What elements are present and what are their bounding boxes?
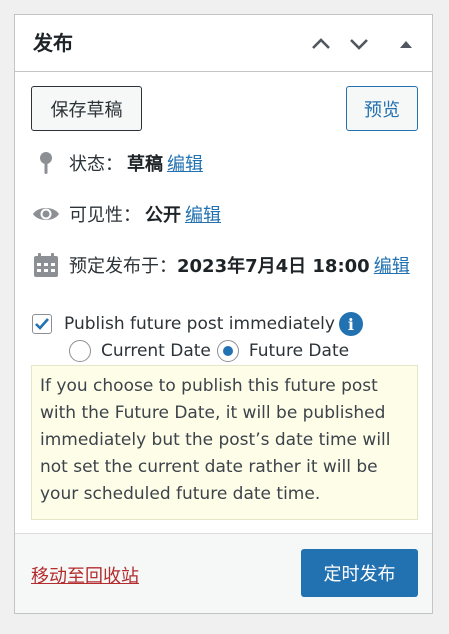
preview-button[interactable]: 预览 [346,86,418,131]
visibility-row: 可见性： 公开 编辑 [31,199,221,229]
move-down-button[interactable] [345,30,373,58]
future-date-radio[interactable] [216,340,239,362]
current-date-radio[interactable] [69,340,91,362]
info-icon[interactable]: i [338,312,363,336]
publish-box-header: 发布 [15,15,432,72]
visibility-value: 公开 [145,205,181,226]
edit-status-link[interactable]: 编辑 [167,150,203,176]
publish-immediately-label[interactable]: Publish future post immediately [64,314,335,334]
schedule-label: 预定发布于： [69,256,177,277]
schedule-row: 预定发布于： 2023年7月4日 18:00 编辑 [31,250,410,280]
publish-box: 发布 保存草稿 预览 状态： 草稿 编辑 可见性： 公开 编辑 预定发布于： 2… [14,14,433,614]
calendar-icon [31,250,61,280]
edit-schedule-link[interactable]: 编辑 [374,252,410,278]
publish-box-title: 发布 [33,31,73,55]
future-date-label[interactable]: Future Date [249,341,349,361]
schedule-publish-button[interactable]: 定时发布 [301,549,418,597]
publish-immediately-checkbox[interactable] [32,314,52,334]
triangle-up-icon [400,41,412,48]
chevron-down-icon [350,39,368,50]
chevron-up-icon [312,38,330,49]
pin-icon [31,148,61,178]
schedule-value: 2023年7月4日 18:00 [177,256,370,277]
status-value: 草稿 [127,154,163,175]
radio-selected-dot [222,346,233,356]
toggle-panel-button[interactable] [392,30,420,58]
current-date-label[interactable]: Current Date [101,341,211,361]
visibility-label: 可见性： [69,205,141,226]
publish-immediately-option: Publish future post immediately i [32,312,363,336]
checkmark-icon [35,318,49,330]
save-draft-button[interactable]: 保存草稿 [31,86,142,131]
eye-icon [31,199,61,229]
move-to-trash-link[interactable]: 移动至回收站 [31,562,139,588]
status-label: 状态： [69,154,123,175]
publish-box-footer: 移动至回收站 定时发布 [15,533,432,613]
status-row: 状态： 草稿 编辑 [31,148,203,178]
move-up-button[interactable] [307,30,335,58]
date-choice-group: Current Date Future Date [69,340,349,362]
future-date-notice: If you choose to publish this future pos… [31,365,418,520]
edit-visibility-link[interactable]: 编辑 [185,201,221,227]
